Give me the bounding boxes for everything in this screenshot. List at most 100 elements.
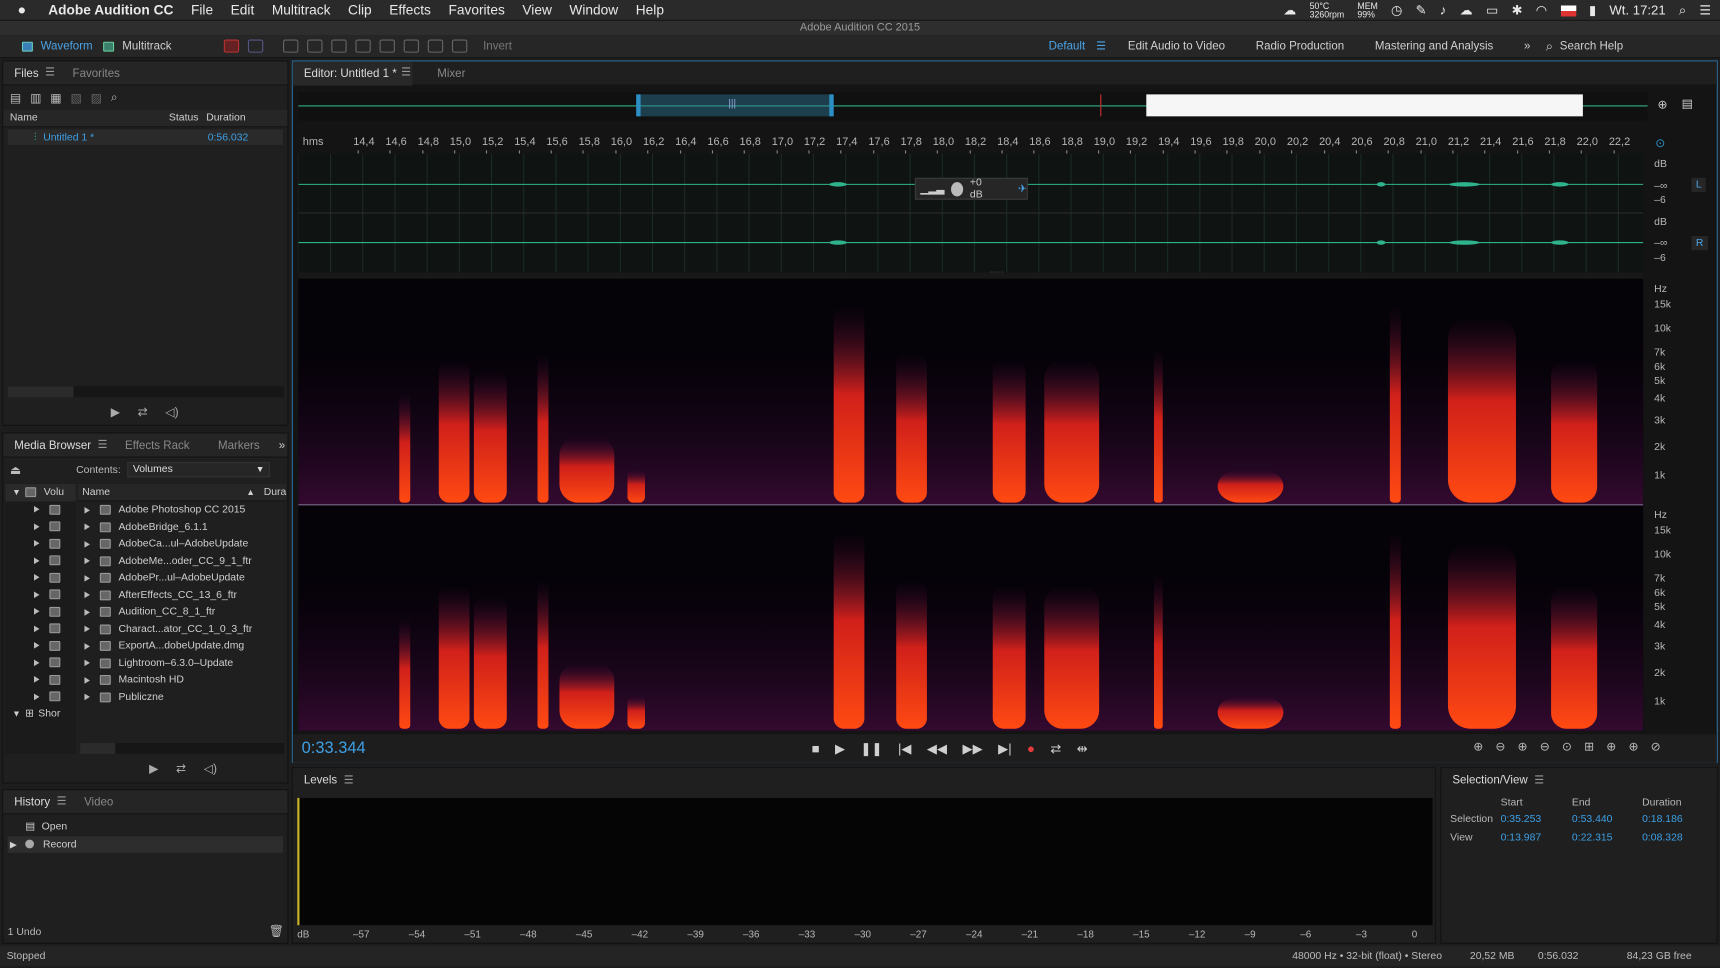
channel-right-toggle[interactable]: R [1691, 235, 1708, 251]
sort-ascending-icon[interactable]: ▲ [246, 487, 261, 497]
zoom-selection-icon[interactable]: ⊞ [1584, 740, 1594, 754]
media-scrollbar[interactable] [80, 743, 116, 754]
expand-icon[interactable] [34, 642, 40, 649]
selection-view-menu-icon[interactable]: ☰ [1534, 774, 1544, 786]
tree-volume-item[interactable] [5, 603, 75, 620]
spectral-display-icon[interactable] [224, 39, 240, 53]
open-file-icon[interactable]: ▤ [10, 91, 21, 105]
flag-icon[interactable] [1560, 5, 1576, 17]
previous-button[interactable]: |◀ [898, 741, 912, 756]
tree-volumes[interactable]: Volu [44, 484, 64, 501]
expand-icon[interactable] [84, 625, 90, 633]
media-col-name[interactable]: Name [82, 486, 246, 498]
selection-end[interactable]: 0:53.440 [1572, 813, 1642, 825]
overview-view-range[interactable]: ||| [636, 94, 834, 117]
menu-clip[interactable]: Clip [348, 2, 372, 17]
trash-icon[interactable]: 🗑 [269, 924, 284, 938]
tree-volume-item[interactable] [5, 688, 75, 705]
insert-multitrack-icon[interactable]: ▧ [70, 91, 81, 105]
tab-mixer[interactable]: Mixer [426, 61, 476, 85]
zoom-out-amplitude-icon[interactable]: ⊖ [1495, 740, 1505, 754]
zoom-reset-icon[interactable]: ⊘ [1651, 740, 1661, 754]
loop-button[interactable]: ⇄ [1050, 741, 1061, 756]
notification-center-icon[interactable]: ☰ [1699, 2, 1711, 20]
overview-selection[interactable] [1146, 94, 1583, 117]
tab-media-browser[interactable]: Media Browser [3, 433, 102, 457]
media-list-item[interactable]: AdobeBridge_6.1.1 [78, 519, 286, 536]
tool-icon[interactable]: ✎ [1416, 2, 1427, 20]
workspace-default[interactable]: Default [1033, 35, 1100, 58]
import-file-icon[interactable]: ▥ [30, 91, 41, 105]
media-play-icon[interactable]: ▶ [149, 762, 158, 776]
expand-icon[interactable] [34, 506, 40, 513]
history-item[interactable]: ▶ Record [7, 835, 284, 853]
expand-icon[interactable] [34, 659, 40, 666]
skip-selection-button[interactable]: ⇹ [1077, 741, 1088, 756]
search-help-input[interactable]: Search Help [1553, 35, 1638, 58]
tab-video[interactable]: Video [73, 790, 124, 814]
media-list-item[interactable]: AdobeCa...ul–AdobeUpdate [78, 536, 286, 553]
tree-volume-item[interactable] [5, 552, 75, 569]
slip-tool-icon[interactable] [331, 39, 348, 53]
media-list-item[interactable]: Macintosh HD [78, 672, 286, 689]
tab-markers[interactable]: Markers [207, 433, 271, 457]
creative-cloud-icon[interactable]: ☁ [1460, 2, 1473, 20]
files-play-icon[interactable]: ▶ [111, 405, 120, 419]
zoom-out-time-icon[interactable]: ⊖ [1540, 740, 1550, 754]
tree-volume-item[interactable] [5, 569, 75, 586]
expand-icon[interactable] [34, 693, 40, 700]
hud-gain-control[interactable]: ▁▂▃ +0 dB ✈ [914, 177, 1028, 201]
move-tool-icon[interactable] [283, 39, 299, 53]
menu-view[interactable]: View [522, 2, 551, 17]
media-drive-icon[interactable]: ⏏ [10, 463, 21, 477]
tab-files[interactable]: Files [3, 61, 49, 85]
menu-file[interactable]: File [191, 2, 213, 17]
col-name[interactable]: Name [10, 112, 169, 124]
bluetooth-icon[interactable]: ✱ [1512, 2, 1523, 20]
files-loop-icon[interactable]: ⇄ [138, 405, 148, 419]
zoom-in-left-icon[interactable]: ⊕ [1606, 740, 1616, 754]
history-menu-icon[interactable]: ☰ [57, 796, 67, 808]
expand-icon[interactable] [84, 540, 90, 548]
expand-icon[interactable] [84, 591, 90, 599]
expand-icon[interactable] [84, 574, 90, 582]
tree-volume-item[interactable] [5, 518, 75, 535]
zoom-navigator-icon[interactable]: ⊕ [1657, 98, 1667, 112]
apple-icon[interactable]: ● [18, 1, 27, 17]
mem-readout[interactable]: MEM 99% [1357, 2, 1377, 20]
tab-editor[interactable]: Editor: Untitled 1 * [292, 60, 413, 86]
media-list-item[interactable]: Audition_CC_8_1_ftr [78, 604, 286, 621]
timemachine-icon[interactable]: ◷ [1391, 2, 1403, 20]
spotlight-icon[interactable]: ⌕ [1679, 2, 1686, 20]
next-button[interactable]: ▶| [998, 741, 1012, 756]
files-autoplay-icon[interactable]: ◁) [165, 405, 178, 419]
waveform-display[interactable]: ▁▂▃ +0 dB ✈ [297, 153, 1644, 273]
menu-multitrack[interactable]: Multitrack [272, 2, 331, 17]
tab-favorites[interactable]: Favorites [62, 61, 131, 85]
col-status[interactable]: Status [169, 112, 206, 124]
tree-volume-item[interactable] [5, 620, 75, 637]
expand-icon[interactable] [84, 693, 90, 701]
record-button[interactable]: ● [1027, 741, 1035, 756]
rewind-button[interactable]: ◀◀ [927, 741, 947, 756]
media-autoplay-icon[interactable]: ◁) [204, 762, 217, 776]
expand-icon[interactable] [84, 642, 90, 650]
brush-tool-icon[interactable] [428, 39, 444, 53]
expand-icon[interactable] [84, 608, 90, 616]
ruler-lock-icon[interactable]: ⊙ [1655, 136, 1665, 150]
media-list-item[interactable]: Charact...ator_CC_1_0_3_ftr [78, 621, 286, 638]
time-ruler[interactable]: hms 14,4 14,6 14,8 15,0 15,2 15,4 15,6 15,8 16,0… [298, 136, 1643, 154]
expand-icon[interactable] [84, 676, 90, 684]
notification-icon[interactable]: ♪ [1440, 2, 1447, 20]
tree-shortcuts[interactable]: Shor [38, 705, 60, 722]
invert-button[interactable]: Invert [472, 35, 523, 58]
battery-icon[interactable]: ▭ [1486, 2, 1498, 20]
expand-icon[interactable] [34, 557, 40, 564]
drag-handle-icon[interactable]: ||| [728, 98, 736, 109]
waveform-view-button[interactable]: Waveform [41, 35, 104, 58]
current-time[interactable]: 0:33.344 [302, 739, 366, 758]
pin-icon[interactable]: ✈ [1018, 183, 1027, 195]
level-meter[interactable] [297, 797, 1433, 926]
tab-effects-rack[interactable]: Effects Rack [114, 433, 200, 457]
levels-menu-icon[interactable]: ☰ [344, 774, 354, 786]
